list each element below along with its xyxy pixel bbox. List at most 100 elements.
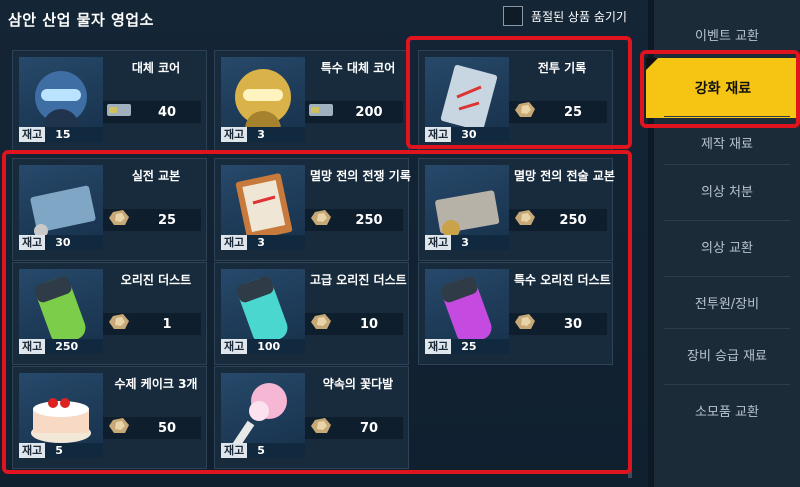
stock-badge: 재고 5 (221, 443, 305, 458)
sidebar-tab-label: 의상 처분 (701, 184, 753, 200)
stock-count: 5 (257, 444, 265, 457)
sidebar-tab[interactable]: 이벤트 교환 (654, 10, 800, 58)
divider (664, 276, 790, 277)
shop-item-card[interactable]: 재고 15 대체 코어 40 (12, 50, 207, 153)
ore-currency-icon (305, 416, 335, 440)
ore-currency-icon (509, 208, 539, 232)
stock-label: 재고 (221, 235, 248, 250)
divider (664, 328, 790, 329)
stock-count: 30 (461, 128, 477, 141)
shop-item-card[interactable]: 재고 100 고급 오리진 더스트 10 (214, 262, 409, 365)
stock-count: 25 (461, 340, 477, 353)
stock-badge: 재고 15 (19, 127, 103, 142)
ore-currency-icon (103, 416, 133, 440)
stock-count: 3 (461, 236, 469, 249)
item-name: 멸망 전의 전술 교본 (514, 169, 615, 183)
price-tag: 200 (305, 101, 403, 123)
stock-badge: 재고 5 (19, 443, 103, 458)
sidebar-tab[interactable]: 의상 처분 (654, 166, 800, 214)
price-amount: 250 (355, 212, 383, 228)
tactics-manual-icon: 재고 3 (425, 165, 509, 250)
shop-panel: 삼안 산업 물자 영업소 품절된 상품 숨기기 재고 15 대체 코어 40 재고 3 특수… (0, 0, 648, 487)
stock-label: 재고 (221, 443, 248, 458)
ore-currency-icon (509, 100, 539, 124)
shop-item-card[interactable]: 재고 30 전투 기록 25 (418, 50, 613, 153)
bouquet-icon: 재고 5 (221, 373, 305, 458)
sidebar-tab[interactable]: 강화 재료 (646, 58, 800, 118)
price-amount: 25 (563, 104, 583, 120)
price-amount: 1 (162, 316, 172, 332)
price-tag: 250 (509, 209, 607, 231)
price-tag: 25 (103, 209, 201, 231)
sidebar-tab-label: 전투원/장비 (694, 296, 760, 312)
stock-badge: 재고 30 (19, 235, 103, 250)
sidebar-tab-label: 소모품 교환 (695, 404, 759, 420)
stock-count: 100 (257, 340, 281, 353)
cyan-dust-capsule-icon: 재고 100 (221, 269, 305, 354)
stock-label: 재고 (221, 339, 248, 354)
sidebar-tab[interactable]: 전투원/장비 (654, 278, 800, 326)
stock-label: 재고 (19, 443, 46, 458)
price-tag: 250 (305, 209, 403, 231)
sidebar-tab[interactable]: 의상 교환 (654, 222, 800, 270)
price-tag: 50 (103, 417, 201, 439)
shop-item-card[interactable]: 재고 3 멸망 전의 전쟁 기록 250 (214, 158, 411, 261)
war-record-icon: 재고 3 (221, 165, 305, 250)
golden-android-portrait-icon: 재고 3 (221, 57, 305, 142)
price-tag: 30 (509, 313, 607, 335)
ore-currency-icon (509, 312, 539, 336)
item-name: 오리진 더스트 (120, 273, 192, 287)
stock-label: 재고 (425, 235, 452, 250)
stock-count: 3 (257, 236, 265, 249)
divider (664, 164, 790, 165)
divider (664, 116, 790, 117)
sidebar-tab[interactable]: 장비 승급 재료 (654, 330, 800, 378)
divider (664, 384, 790, 385)
sidebar-tab-label: 강화 재료 (694, 81, 752, 97)
stock-count: 15 (55, 128, 71, 141)
price-amount: 70 (359, 420, 379, 436)
price-tag: 25 (509, 101, 607, 123)
sidebar-tab[interactable]: 제작 재료 (654, 118, 800, 166)
stock-label: 재고 (221, 127, 248, 142)
stock-badge: 재고 30 (425, 127, 509, 142)
shop-item-card[interactable]: 재고 3 특수 대체 코어 200 (214, 50, 409, 153)
sidebar-tab-label: 제작 재료 (701, 136, 753, 152)
sidebar-tab[interactable]: 소모품 교환 (654, 386, 800, 434)
price-amount: 30 (563, 316, 583, 332)
shop-item-card[interactable]: 재고 25 특수 오리진 더스트 30 (418, 262, 613, 365)
item-name: 멸망 전의 전쟁 기록 (310, 169, 411, 183)
shop-item-card[interactable]: 재고 5 수제 케이크 3개 50 (12, 366, 207, 469)
stock-badge: 재고 3 (221, 127, 305, 142)
divider (664, 220, 790, 221)
scrollbar[interactable] (628, 238, 632, 478)
shop-item-card[interactable]: 재고 250 오리진 더스트 1 (12, 262, 207, 365)
sidebar-tab-label: 이벤트 교환 (695, 28, 759, 44)
price-tag: 70 (305, 417, 403, 439)
cake-icon: 재고 5 (19, 373, 103, 458)
stock-label: 재고 (19, 339, 46, 354)
ore-currency-icon (103, 208, 133, 232)
stock-label: 재고 (19, 235, 46, 250)
item-name: 고급 오리진 더스트 (310, 273, 407, 287)
price-amount: 10 (359, 316, 379, 332)
shop-item-card[interactable]: 재고 5 약속의 꽃다발 70 (214, 366, 409, 469)
price-amount: 200 (355, 104, 383, 120)
price-amount: 25 (157, 212, 177, 228)
purple-dust-capsule-icon: 재고 25 (425, 269, 509, 354)
shop-item-card[interactable]: 재고 3 멸망 전의 전술 교본 250 (418, 158, 615, 261)
price-amount: 40 (157, 104, 177, 120)
price-amount: 250 (559, 212, 587, 228)
stock-count: 5 (55, 444, 63, 457)
ore-currency-icon (305, 312, 335, 336)
ore-currency-icon (103, 312, 133, 336)
shop-item-card[interactable]: 재고 30 실전 교본 25 (12, 158, 207, 261)
sidebar-tab-label: 의상 교환 (701, 240, 753, 256)
stock-count: 30 (55, 236, 71, 249)
item-name: 특수 오리진 더스트 (514, 273, 611, 287)
battle-record-icon: 재고 30 (425, 57, 509, 142)
price-tag: 10 (305, 313, 403, 335)
category-sidebar: 이벤트 교환강화 재료제작 재료의상 처분의상 교환전투원/장비장비 승급 재료… (646, 0, 800, 487)
item-grid: 재고 15 대체 코어 40 재고 3 특수 대체 코어 200 재고 30 전투 기록 25 재고 30… (0, 0, 648, 487)
corner-marker (646, 58, 658, 70)
